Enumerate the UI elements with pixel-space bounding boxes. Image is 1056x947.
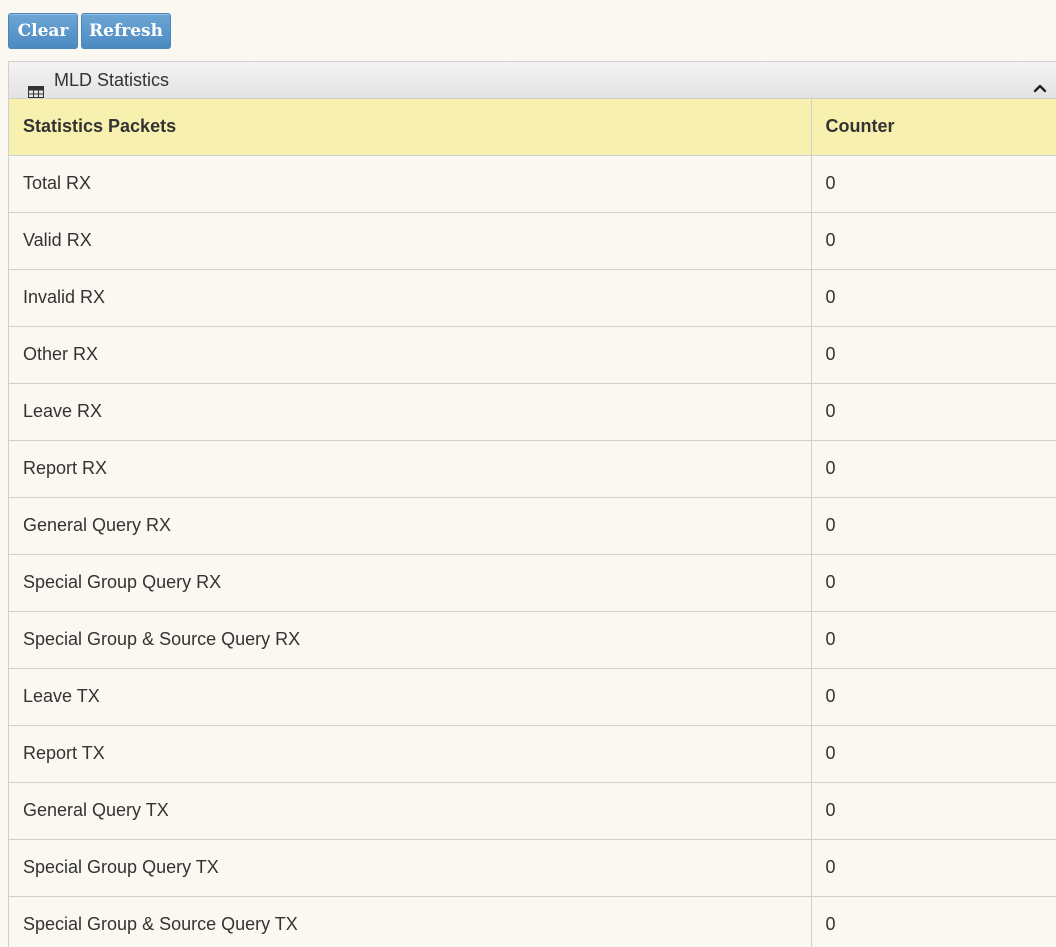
toolbar: Clear Refresh (8, 13, 171, 50)
packet-name-cell: Other RX (9, 326, 812, 384)
table-row: Valid RX 0 (9, 212, 1056, 270)
packet-name-cell: Report TX (9, 725, 812, 783)
packet-name-cell: Leave TX (9, 668, 812, 726)
packet-name-cell: Special Group Query RX (9, 554, 812, 612)
table-row: Other RX 0 (9, 326, 1056, 384)
counter-cell: 0 (811, 269, 1056, 327)
counter-cell: 0 (811, 896, 1056, 947)
panel-header: MLD Statistics (9, 62, 1056, 99)
packet-name-cell: Special Group Query TX (9, 839, 812, 897)
counter-cell: 0 (811, 212, 1056, 270)
counter-cell: 0 (811, 554, 1056, 612)
mld-statistics-panel: MLD Statistics Statistics Packets Counte… (8, 61, 1056, 947)
counter-cell: 0 (811, 782, 1056, 840)
counter-cell: 0 (811, 497, 1056, 555)
table-row: Leave TX 0 (9, 668, 1056, 726)
packet-name-cell: General Query RX (9, 497, 812, 555)
packet-name-cell: Valid RX (9, 212, 812, 270)
table-icon (28, 74, 44, 98)
table-row: Special Group & Source Query RX 0 (9, 611, 1056, 669)
panel-title: MLD Statistics (54, 70, 170, 90)
packet-name-cell: Report RX (9, 440, 812, 498)
counter-cell: 0 (811, 839, 1056, 897)
table-row: Special Group & Source Query TX 0 (9, 896, 1056, 947)
packet-name-cell: Special Group & Source Query RX (9, 611, 812, 669)
packet-name-cell: Special Group & Source Query TX (9, 896, 812, 947)
counter-cell: 0 (811, 383, 1056, 441)
column-header-statistics-packets: Statistics Packets (9, 99, 812, 156)
table-row: Report RX 0 (9, 440, 1056, 498)
packet-name-cell: General Query TX (9, 782, 812, 840)
refresh-button[interactable]: Refresh (81, 13, 171, 49)
packet-name-cell: Invalid RX (9, 269, 812, 327)
column-header-counter: Counter (811, 99, 1056, 156)
counter-cell: 0 (811, 155, 1056, 213)
counter-cell: 0 (811, 668, 1056, 726)
table-row: Report TX 0 (9, 725, 1056, 783)
table-header-row: Statistics Packets Counter (9, 99, 1056, 156)
clear-button[interactable]: Clear (8, 13, 78, 49)
packet-name-cell: Leave RX (9, 383, 812, 441)
table-row: Leave RX 0 (9, 383, 1056, 441)
table-row: General Query RX 0 (9, 497, 1056, 555)
table-row: General Query TX 0 (9, 782, 1056, 840)
table-row: Invalid RX 0 (9, 269, 1056, 327)
table-row: Total RX 0 (9, 155, 1056, 213)
counter-cell: 0 (811, 440, 1056, 498)
statistics-table: Statistics Packets Counter Total RX 0 Va… (9, 99, 1056, 947)
chevron-up-icon[interactable] (1032, 72, 1048, 93)
table-row: Special Group Query TX 0 (9, 839, 1056, 897)
counter-cell: 0 (811, 326, 1056, 384)
counter-cell: 0 (811, 611, 1056, 669)
table-row: Special Group Query RX 0 (9, 554, 1056, 612)
counter-cell: 0 (811, 725, 1056, 783)
packet-name-cell: Total RX (9, 155, 812, 213)
